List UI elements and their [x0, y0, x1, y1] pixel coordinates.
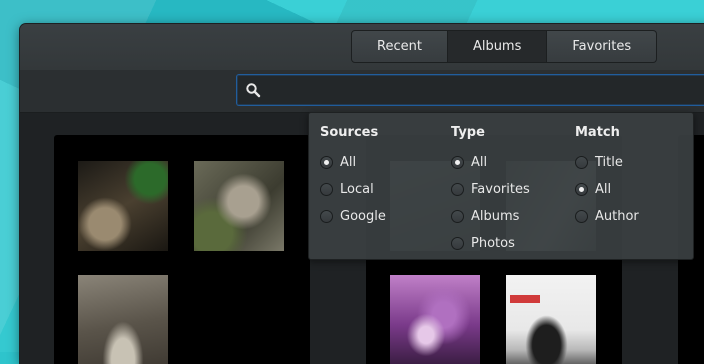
- search-input[interactable]: [269, 75, 704, 107]
- option-label: Title: [595, 155, 623, 170]
- view-switcher: Recent Albums Favorites: [351, 30, 658, 63]
- radio-button[interactable]: [575, 183, 588, 196]
- album-tile[interactable]: [54, 135, 310, 364]
- photos-window: Recent Albums Favorites Sources All Loca…: [20, 24, 704, 364]
- option-label: Albums: [471, 209, 520, 224]
- sources-option-google[interactable]: Google: [320, 203, 386, 230]
- tab-recent[interactable]: Recent: [351, 30, 448, 63]
- option-label: All: [340, 155, 357, 170]
- radio-button[interactable]: [575, 210, 588, 223]
- tab-favorites[interactable]: Favorites: [547, 30, 658, 63]
- tab-albums[interactable]: Albums: [447, 30, 548, 63]
- option-label: Local: [340, 182, 374, 197]
- match-option-title[interactable]: Title: [575, 149, 639, 176]
- radio-button[interactable]: [320, 156, 333, 169]
- type-option-all[interactable]: All: [451, 149, 530, 176]
- type-column: Type All Favorites Albums Photos: [451, 125, 530, 257]
- option-label: Favorites: [471, 182, 530, 197]
- option-label: Photos: [471, 236, 515, 251]
- match-heading: Match: [575, 125, 620, 140]
- photo-thumbnail: [78, 161, 168, 251]
- photo-thumbnail: [390, 275, 480, 364]
- photo-thumbnail: [194, 161, 284, 251]
- sources-column: Sources All Local Google: [320, 125, 386, 230]
- thumbnail-detail: [510, 295, 540, 303]
- photo-thumbnail: [78, 275, 168, 364]
- sources-option-all[interactable]: All: [320, 149, 386, 176]
- match-option-all[interactable]: All: [575, 176, 639, 203]
- option-label: All: [471, 155, 488, 170]
- radio-button[interactable]: [320, 210, 333, 223]
- match-option-author[interactable]: Author: [575, 203, 639, 230]
- type-option-albums[interactable]: Albums: [451, 203, 530, 230]
- radio-button[interactable]: [320, 183, 333, 196]
- photo-thumbnail: [506, 275, 596, 364]
- type-option-favorites[interactable]: Favorites: [451, 176, 530, 203]
- radio-button[interactable]: [451, 156, 464, 169]
- sources-option-local[interactable]: Local: [320, 176, 386, 203]
- header-bar: Recent Albums Favorites: [20, 24, 704, 71]
- option-label: Google: [340, 209, 386, 224]
- option-label: All: [595, 182, 612, 197]
- search-entry[interactable]: [236, 74, 704, 107]
- match-column: Match Title All Author: [575, 125, 639, 230]
- search-filter-popover: Sources All Local Google Type All Favori…: [308, 112, 694, 260]
- radio-button[interactable]: [451, 237, 464, 250]
- radio-button[interactable]: [451, 183, 464, 196]
- radio-button[interactable]: [575, 156, 588, 169]
- option-label: Author: [595, 209, 639, 224]
- type-option-photos[interactable]: Photos: [451, 230, 530, 257]
- sources-heading: Sources: [320, 125, 379, 140]
- radio-button[interactable]: [451, 210, 464, 223]
- search-bar: [20, 70, 704, 113]
- search-icon: [246, 83, 261, 98]
- type-heading: Type: [451, 125, 485, 140]
